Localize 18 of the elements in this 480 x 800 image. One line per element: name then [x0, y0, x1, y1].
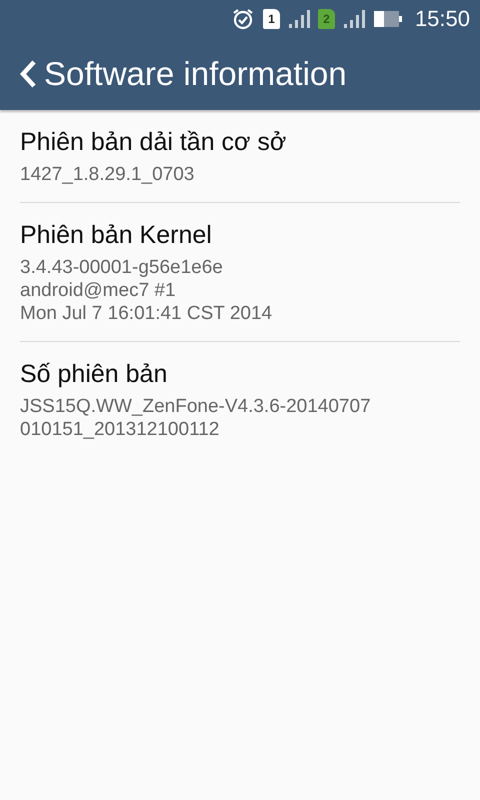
alarm-clock-icon [230, 7, 255, 31]
sim-card-icon: 1 [262, 9, 280, 29]
item-title: Phiên bản Kernel [20, 221, 213, 250]
item-value: JSS15Q.WW_ZenFone-V4.3.6-20140707 [20, 395, 372, 418]
signal-icon [342, 9, 365, 29]
item-value: android@mec7 #1 [20, 279, 177, 302]
signal-icon [288, 9, 310, 29]
clock-time: 15:50 [414, 6, 470, 32]
battery-icon [372, 10, 403, 28]
item-value: 3.4.43-00001-g56e1e6e [20, 256, 224, 279]
item-value: Mon Jul 7 16:01:41 CST 2014 [20, 302, 274, 325]
item-title: Phiên bản dải tần cơ sở [20, 128, 288, 157]
item-value: 1427_1.8.29.1_0703 [20, 163, 196, 186]
sim-card-icon: 2 [318, 9, 335, 29]
screen-title: Software information [44, 55, 347, 93]
item-value: 010151_201312100112 [20, 418, 220, 441]
item-title: Số phiên bản [20, 360, 168, 389]
back-button[interactable] [18, 59, 38, 89]
